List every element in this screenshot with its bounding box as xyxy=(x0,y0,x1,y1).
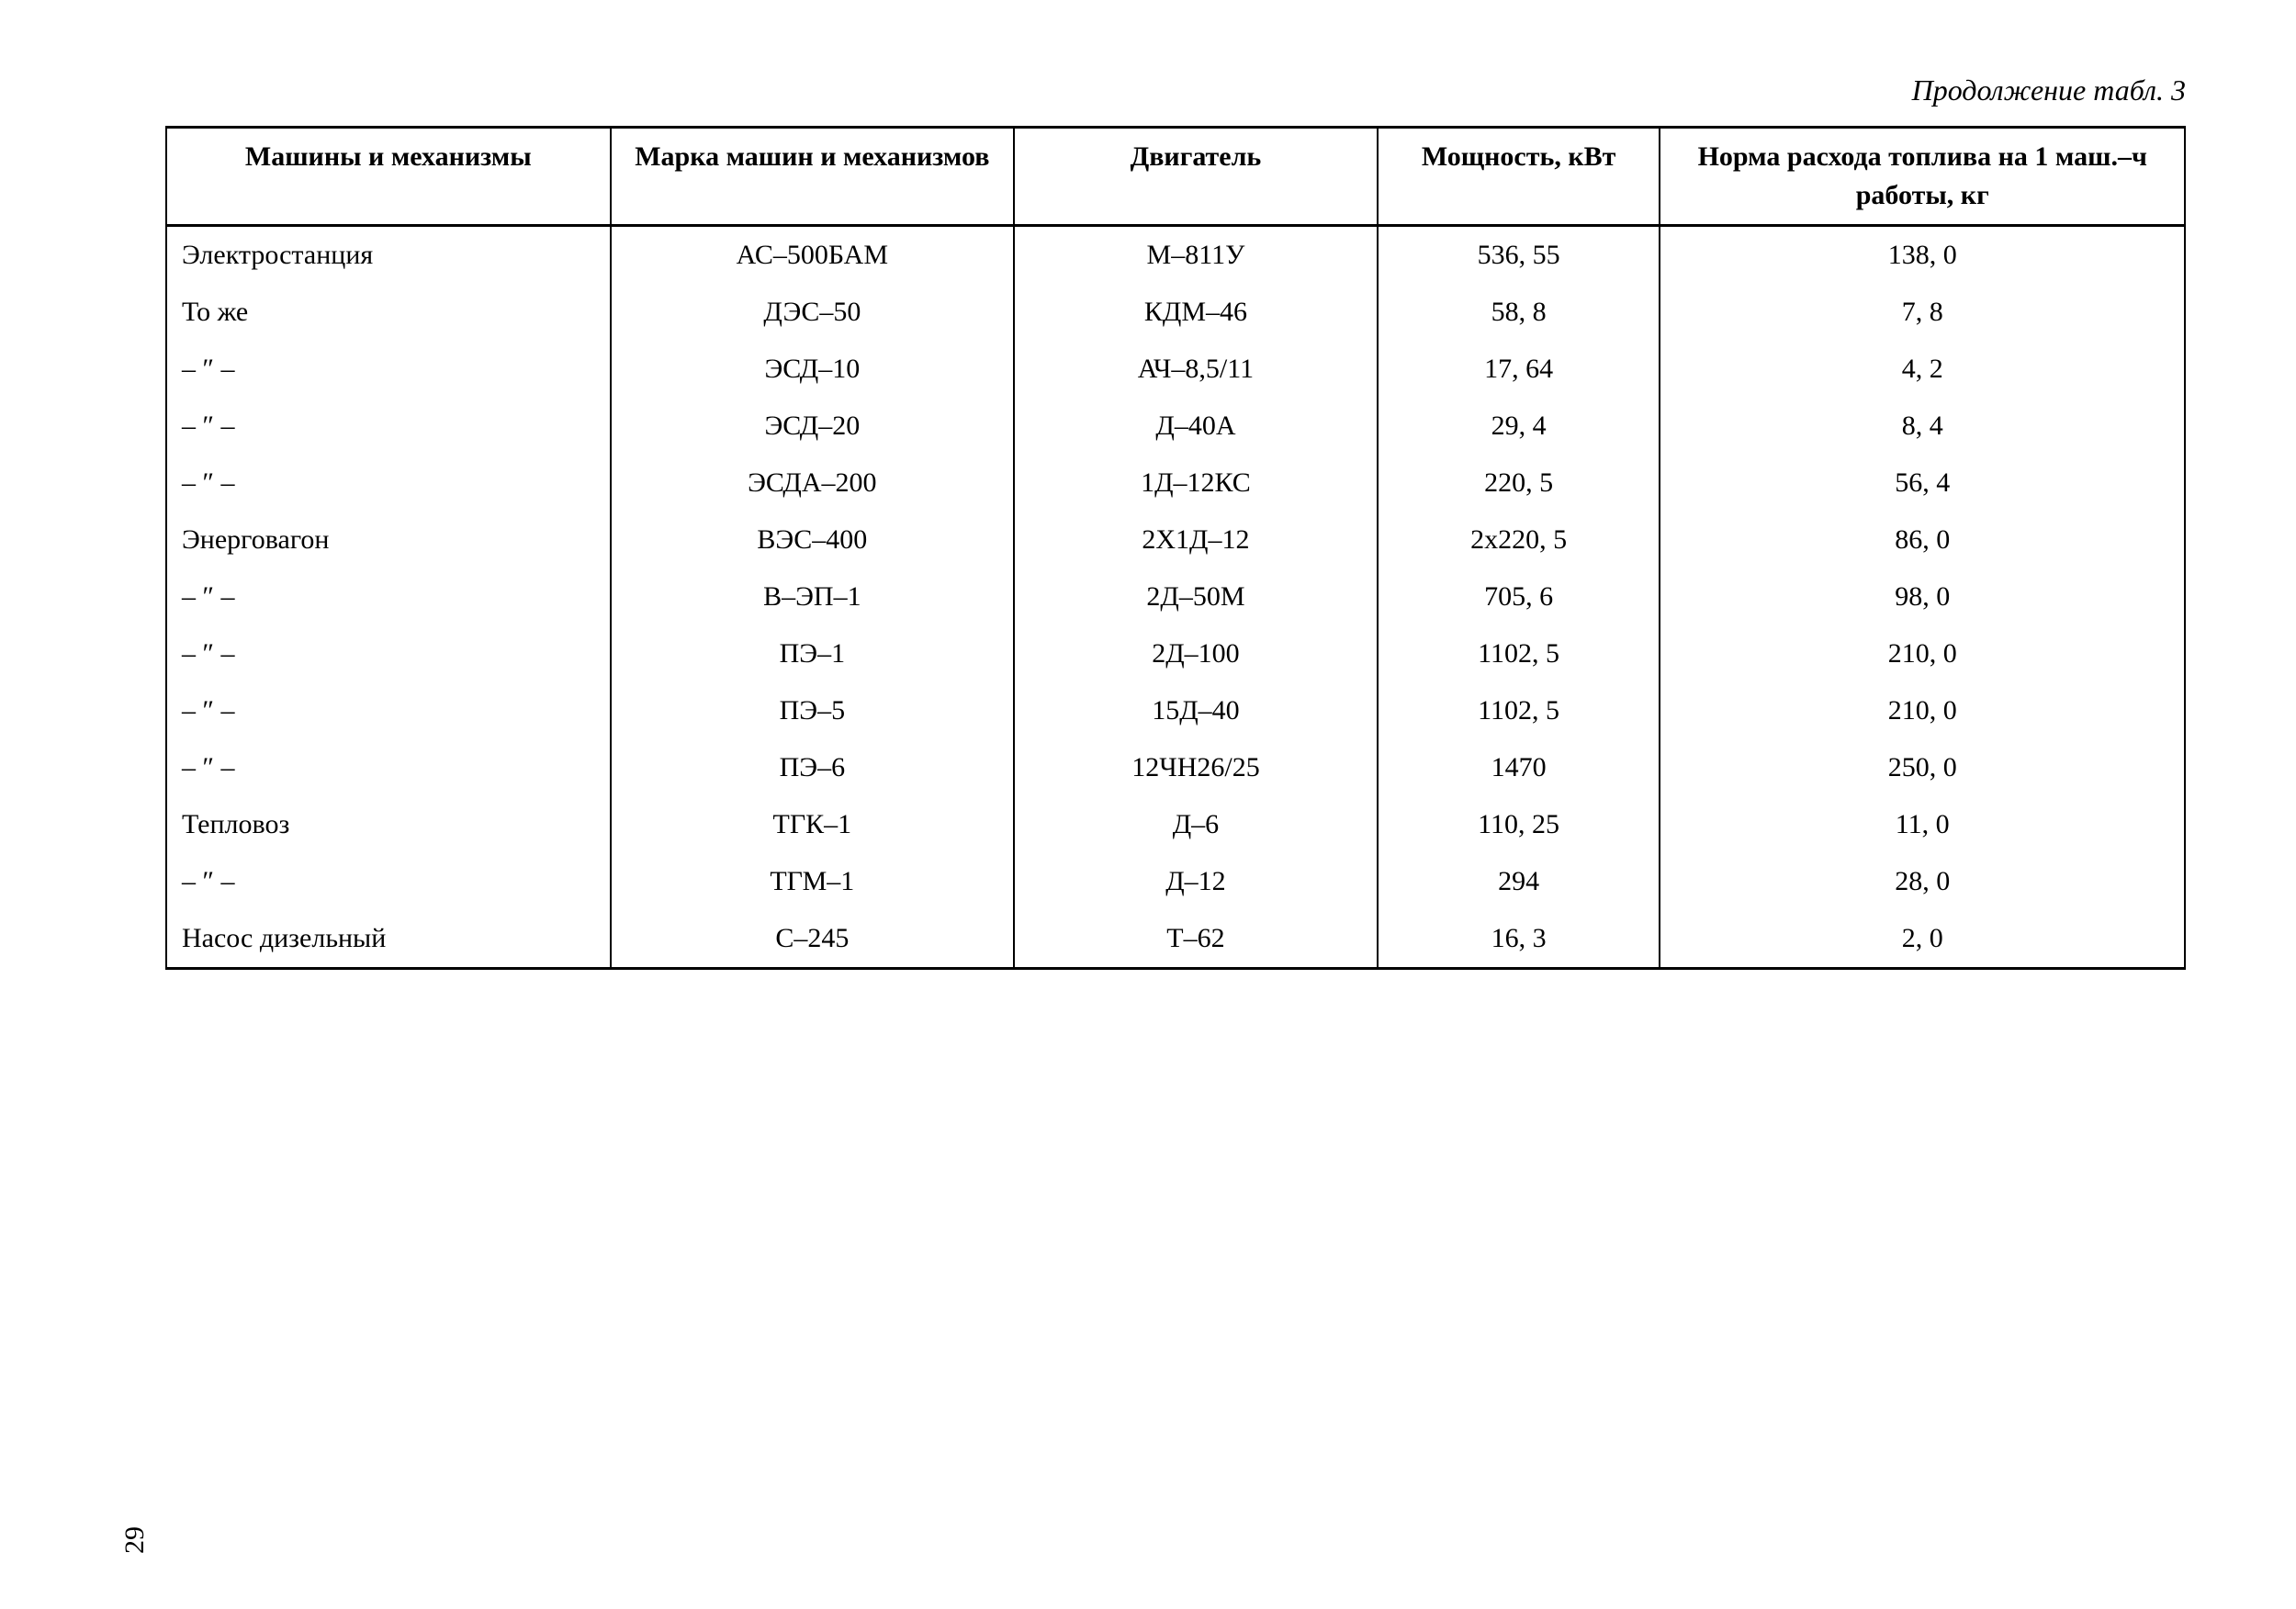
cell-engine: Д–12 xyxy=(1014,853,1378,910)
cell-fuel: 98, 0 xyxy=(1660,568,2185,625)
header-power: Мощность, кВт xyxy=(1378,128,1660,226)
table-body: ЭлектростанцияАС–500БАММ–811У536, 55138,… xyxy=(166,226,2185,969)
table-row: – ″ –ЭСДА–2001Д–12КС220, 556, 4 xyxy=(166,455,2185,512)
table-row: ЭнерговагонВЭС–4002Х1Д–122х220, 586, 0 xyxy=(166,512,2185,568)
header-engine: Двигатель xyxy=(1014,128,1378,226)
cell-brand: ВЭС–400 xyxy=(611,512,1015,568)
table-header-row: Машины и механизмы Марка машин и механиз… xyxy=(166,128,2185,226)
main-table: Машины и механизмы Марка машин и механиз… xyxy=(165,126,2186,970)
table-row: ТепловозТГК–1Д–6110, 2511, 0 xyxy=(166,796,2185,853)
cell-engine: 12ЧН26/25 xyxy=(1014,739,1378,796)
cell-power: 220, 5 xyxy=(1378,455,1660,512)
continuation-label: Продолжение табл. 3 xyxy=(165,73,2186,107)
cell-engine: Д–6 xyxy=(1014,796,1378,853)
page-container: Продолжение табл. 3 Машины и механизмы М… xyxy=(0,0,2296,1609)
header-fuel: Норма расхода топлива на 1 маш.–ч работы… xyxy=(1660,128,2185,226)
cell-fuel: 86, 0 xyxy=(1660,512,2185,568)
cell-power: 1102, 5 xyxy=(1378,625,1660,682)
cell-engine: М–811У xyxy=(1014,226,1378,285)
cell-fuel: 28, 0 xyxy=(1660,853,2185,910)
cell-brand: ТГК–1 xyxy=(611,796,1015,853)
cell-engine: КДМ–46 xyxy=(1014,284,1378,341)
cell-fuel: 7, 8 xyxy=(1660,284,2185,341)
table-row: – ″ –В–ЭП–12Д–50М705, 698, 0 xyxy=(166,568,2185,625)
cell-engine: АЧ–8,5/11 xyxy=(1014,341,1378,398)
cell-engine: 2Д–100 xyxy=(1014,625,1378,682)
table-row: ЭлектростанцияАС–500БАММ–811У536, 55138,… xyxy=(166,226,2185,285)
table-row: – ″ –ЭСД–20Д–40А29, 48, 4 xyxy=(166,398,2185,455)
cell-power: 536, 55 xyxy=(1378,226,1660,285)
table-row: – ″ –ПЭ–515Д–401102, 5210, 0 xyxy=(166,682,2185,739)
cell-brand: ПЭ–6 xyxy=(611,739,1015,796)
cell-fuel: 210, 0 xyxy=(1660,682,2185,739)
cell-power: 29, 4 xyxy=(1378,398,1660,455)
cell-power: 16, 3 xyxy=(1378,910,1660,969)
cell-power: 17, 64 xyxy=(1378,341,1660,398)
cell-brand: ПЭ–5 xyxy=(611,682,1015,739)
cell-machines: Энерговагон xyxy=(166,512,611,568)
cell-engine: Д–40А xyxy=(1014,398,1378,455)
cell-machines: – ″ – xyxy=(166,568,611,625)
cell-fuel: 250, 0 xyxy=(1660,739,2185,796)
cell-power: 58, 8 xyxy=(1378,284,1660,341)
cell-machines: Насос дизельный xyxy=(166,910,611,969)
cell-fuel: 138, 0 xyxy=(1660,226,2185,285)
cell-fuel: 2, 0 xyxy=(1660,910,2185,969)
cell-fuel: 56, 4 xyxy=(1660,455,2185,512)
cell-engine: 2Х1Д–12 xyxy=(1014,512,1378,568)
cell-power: 110, 25 xyxy=(1378,796,1660,853)
cell-engine: 1Д–12КС xyxy=(1014,455,1378,512)
cell-machines: – ″ – xyxy=(166,455,611,512)
cell-brand: АС–500БАМ xyxy=(611,226,1015,285)
cell-fuel: 11, 0 xyxy=(1660,796,2185,853)
cell-machines: – ″ – xyxy=(166,682,611,739)
cell-fuel: 4, 2 xyxy=(1660,341,2185,398)
cell-power: 2х220, 5 xyxy=(1378,512,1660,568)
cell-brand: ДЭС–50 xyxy=(611,284,1015,341)
cell-brand: В–ЭП–1 xyxy=(611,568,1015,625)
cell-brand: ЭСДА–200 xyxy=(611,455,1015,512)
table-row: – ″ –ЭСД–10АЧ–8,5/1117, 644, 2 xyxy=(166,341,2185,398)
cell-machines: – ″ – xyxy=(166,398,611,455)
cell-machines: Тепловоз xyxy=(166,796,611,853)
table-row: – ″ –ПЭ–612ЧН26/251470250, 0 xyxy=(166,739,2185,796)
cell-power: 1102, 5 xyxy=(1378,682,1660,739)
cell-machines: – ″ – xyxy=(166,625,611,682)
cell-brand: С–245 xyxy=(611,910,1015,969)
cell-engine: 15Д–40 xyxy=(1014,682,1378,739)
cell-brand: ПЭ–1 xyxy=(611,625,1015,682)
cell-machines: Электростанция xyxy=(166,226,611,285)
cell-brand: ЭСД–10 xyxy=(611,341,1015,398)
cell-brand: ЭСД–20 xyxy=(611,398,1015,455)
table-row: – ″ –ТГМ–1Д–1229428, 0 xyxy=(166,853,2185,910)
cell-machines: То же xyxy=(166,284,611,341)
table-row: То жеДЭС–50КДМ–4658, 87, 8 xyxy=(166,284,2185,341)
header-machines: Машины и механизмы xyxy=(166,128,611,226)
page-number: 29 xyxy=(119,1526,151,1554)
header-brand: Марка машин и механизмов xyxy=(611,128,1015,226)
table-row: Насос дизельныйС–245Т–6216, 32, 0 xyxy=(166,910,2185,969)
cell-engine: 2Д–50М xyxy=(1014,568,1378,625)
cell-power: 705, 6 xyxy=(1378,568,1660,625)
cell-machines: – ″ – xyxy=(166,739,611,796)
cell-fuel: 8, 4 xyxy=(1660,398,2185,455)
cell-brand: ТГМ–1 xyxy=(611,853,1015,910)
cell-power: 1470 xyxy=(1378,739,1660,796)
cell-machines: – ″ – xyxy=(166,341,611,398)
cell-fuel: 210, 0 xyxy=(1660,625,2185,682)
table-row: – ″ –ПЭ–12Д–1001102, 5210, 0 xyxy=(166,625,2185,682)
cell-engine: Т–62 xyxy=(1014,910,1378,969)
cell-power: 294 xyxy=(1378,853,1660,910)
cell-machines: – ″ – xyxy=(166,853,611,910)
